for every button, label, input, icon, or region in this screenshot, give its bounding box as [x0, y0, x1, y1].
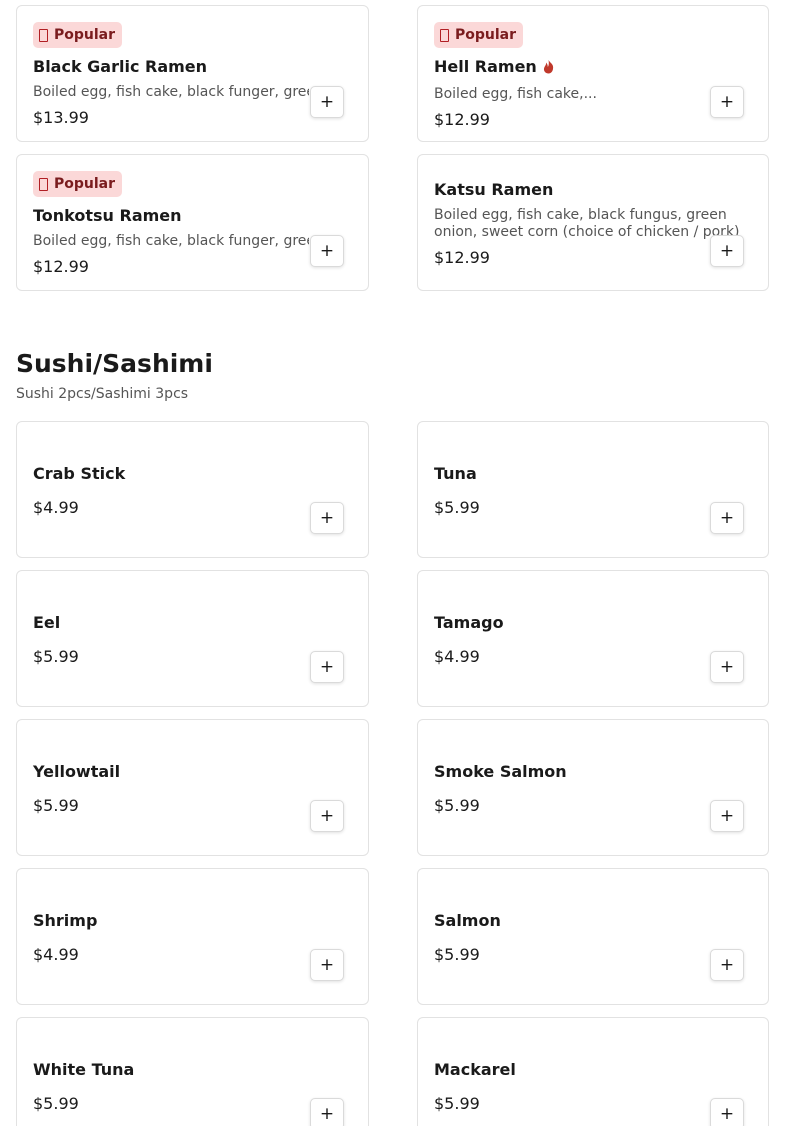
- item-price: $5.99: [434, 1094, 480, 1113]
- menu-item-card[interactable]: Salmon $5.99 +: [417, 868, 769, 1005]
- fire-icon: [39, 177, 48, 191]
- add-to-cart-button[interactable]: +: [310, 949, 344, 981]
- item-price: $5.99: [33, 1094, 79, 1113]
- item-price: $4.99: [434, 647, 480, 666]
- add-to-cart-button[interactable]: +: [710, 86, 744, 118]
- popular-badge: Popular: [434, 22, 524, 48]
- item-description: Boiled egg, fish cake, black fungus, gre…: [434, 207, 740, 239]
- menu-item-card[interactable]: Popular Hell Ramen Boiled egg, fish cake…: [417, 5, 769, 142]
- badge-label: Popular: [54, 27, 116, 43]
- item-price: $12.99: [33, 257, 89, 276]
- add-to-cart-button[interactable]: +: [710, 502, 744, 534]
- item-name: Black Garlic Ramen: [33, 57, 208, 76]
- item-name: Yellowtail: [33, 762, 121, 781]
- item-name: Crab Stick: [33, 464, 126, 483]
- fire-icon: [39, 28, 48, 42]
- menu-item-card[interactable]: Yellowtail $5.99 +: [16, 719, 369, 856]
- item-name: Mackarel: [434, 1060, 516, 1079]
- item-name: Hell Ramen: [434, 57, 537, 76]
- menu-item-card[interactable]: Smoke Salmon $5.99 +: [417, 719, 769, 856]
- item-name: Tonkotsu Ramen: [33, 206, 182, 225]
- item-price: $4.99: [33, 498, 79, 517]
- item-description: Boiled egg, fish cake,...: [434, 86, 597, 102]
- add-to-cart-button[interactable]: +: [710, 949, 744, 981]
- item-name: Tuna: [434, 464, 477, 483]
- add-to-cart-button[interactable]: +: [310, 1098, 344, 1126]
- menu-item-card[interactable]: Tuna $5.99 +: [417, 421, 769, 558]
- menu-item-card[interactable]: Eel $5.99 +: [16, 570, 369, 707]
- item-price: $5.99: [33, 647, 79, 666]
- section-subtitle: Sushi 2pcs/Sashimi 3pcs: [16, 386, 189, 402]
- fire-icon: [440, 28, 449, 42]
- menu-item-card[interactable]: Katsu Ramen Boiled egg, fish cake, black…: [417, 154, 769, 291]
- item-name-row: Hell Ramen: [434, 57, 555, 76]
- menu-item-card[interactable]: White Tuna $5.99 +: [16, 1017, 369, 1126]
- item-price: $5.99: [434, 796, 480, 815]
- menu-item-card[interactable]: Popular Black Garlic Ramen Boiled egg, f…: [16, 5, 369, 142]
- item-price: $5.99: [33, 796, 79, 815]
- item-price: $4.99: [33, 945, 79, 964]
- menu-item-card[interactable]: Tamago $4.99 +: [417, 570, 769, 707]
- badge-label: Popular: [455, 27, 517, 43]
- menu-item-card[interactable]: Crab Stick $4.99 +: [16, 421, 369, 558]
- menu-page: Popular Black Garlic Ramen Boiled egg, f…: [0, 0, 785, 1126]
- add-to-cart-button[interactable]: +: [310, 800, 344, 832]
- item-name: Tamago: [434, 613, 504, 632]
- item-name: Shrimp: [33, 911, 98, 930]
- badge-label: Popular: [54, 176, 116, 192]
- item-price: $12.99: [434, 248, 490, 267]
- item-price: $12.99: [434, 110, 490, 129]
- item-name: Smoke Salmon: [434, 762, 567, 781]
- add-to-cart-button[interactable]: +: [310, 86, 344, 118]
- item-name: Eel: [33, 613, 61, 632]
- item-price: $5.99: [434, 498, 480, 517]
- add-to-cart-button[interactable]: +: [310, 235, 344, 267]
- add-to-cart-button[interactable]: +: [310, 502, 344, 534]
- popular-badge: Popular: [33, 22, 123, 48]
- menu-item-card[interactable]: Popular Tonkotsu Ramen Boiled egg, fish …: [16, 154, 369, 291]
- item-description: Boiled egg, fish cake, black funger, gre…: [33, 233, 309, 249]
- add-to-cart-button[interactable]: +: [710, 235, 744, 267]
- add-to-cart-button[interactable]: +: [710, 800, 744, 832]
- item-price: $5.99: [434, 945, 480, 964]
- item-name: White Tuna: [33, 1060, 135, 1079]
- popular-badge: Popular: [33, 171, 123, 197]
- menu-item-card[interactable]: Shrimp $4.99 +: [16, 868, 369, 1005]
- item-name: Katsu Ramen: [434, 180, 554, 199]
- item-price: $13.99: [33, 108, 89, 127]
- section-title: Sushi/Sashimi: [16, 349, 213, 378]
- add-to-cart-button[interactable]: +: [310, 651, 344, 683]
- chili-pepper-icon: [543, 60, 553, 74]
- add-to-cart-button[interactable]: +: [710, 1098, 744, 1126]
- add-to-cart-button[interactable]: +: [710, 651, 744, 683]
- item-description: Boiled egg, fish cake, black funger, gre…: [33, 84, 309, 100]
- menu-item-card[interactable]: Mackarel $5.99 +: [417, 1017, 769, 1126]
- item-name: Salmon: [434, 911, 501, 930]
